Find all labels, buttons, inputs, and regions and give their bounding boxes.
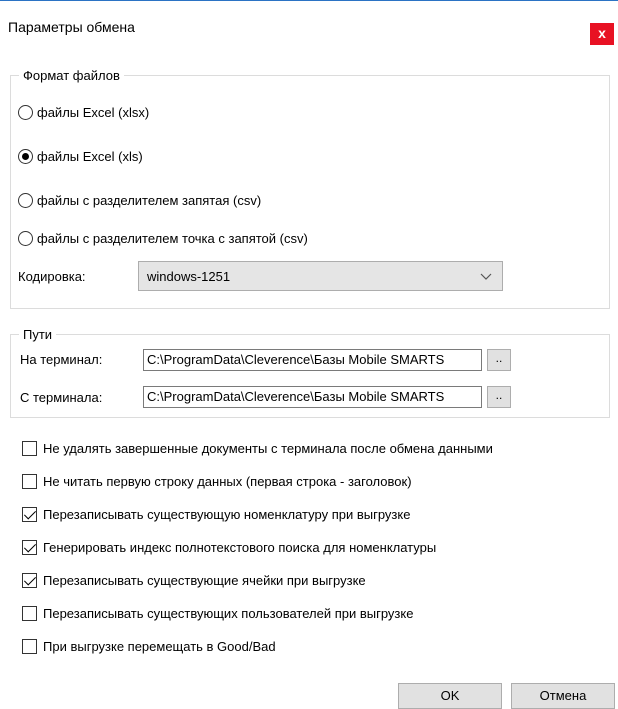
- checkbox-overwrite-users-label: Перезаписывать существующих пользователе…: [43, 605, 414, 621]
- from-terminal-label: С терминала:: [20, 390, 103, 405]
- dialog-title: Параметры обмена: [8, 19, 135, 35]
- checkbox-move-good-bad-label: При выгрузке перемещать в Good/Bad: [43, 638, 276, 654]
- checkbox-move-good-bad[interactable]: При выгрузке перемещать в Good/Bad: [22, 636, 276, 656]
- checkbox-skip-header-row-label: Не читать первую строку данных (первая с…: [43, 473, 412, 489]
- radio-xlsx-label: файлы Excel (xlsx): [37, 104, 150, 120]
- radio-csv-semicolon[interactable]: файлы с разделителем точка с запятой (cs…: [18, 228, 308, 248]
- checkbox-overwrite-cells-label: Перезаписывать существующие ячейки при в…: [43, 572, 366, 588]
- title-bar: Параметры обмена x: [0, 1, 618, 45]
- to-terminal-browse-button[interactable]: ..: [487, 349, 511, 371]
- checkbox-overwrite-nomenclature-label: Перезаписывать существующую номенклатуру…: [43, 506, 411, 522]
- checkbox-fulltext-index[interactable]: Генерировать индекс полнотекстового поис…: [22, 537, 436, 557]
- checkbox-overwrite-nomenclature-box[interactable]: [22, 506, 37, 522]
- checkbox-overwrite-nomenclature[interactable]: Перезаписывать существующую номенклатуру…: [22, 504, 410, 524]
- checkbox-skip-header-row[interactable]: Не читать первую строку данных (первая с…: [22, 471, 412, 491]
- encoding-select[interactable]: windows-1251: [138, 261, 503, 291]
- radio-csv-semicolon-label: файлы с разделителем точка с запятой (cs…: [37, 230, 308, 246]
- to-terminal-path-input[interactable]: C:\ProgramData\Cleverence\Базы Mobile SM…: [143, 349, 482, 371]
- radio-csv-comma[interactable]: файлы с разделителем запятая (csv): [18, 190, 261, 210]
- checkbox-fulltext-index-label: Генерировать индекс полнотекстового поис…: [43, 539, 437, 555]
- close-button[interactable]: x: [590, 23, 614, 45]
- checkbox-move-good-bad-box[interactable]: [22, 638, 37, 654]
- encoding-value: windows-1251: [147, 268, 231, 284]
- from-terminal-browse-button[interactable]: ..: [487, 386, 511, 408]
- checkbox-overwrite-users-box[interactable]: [22, 605, 37, 621]
- checkbox-overwrite-cells[interactable]: Перезаписывать существующие ячейки при в…: [22, 570, 366, 590]
- radio-xlsx-indicator[interactable]: [18, 104, 33, 120]
- checkbox-fulltext-index-box[interactable]: [22, 539, 37, 555]
- radio-csv-comma-label: файлы с разделителем запятая (csv): [37, 192, 262, 208]
- cancel-button[interactable]: Отмена: [511, 683, 615, 709]
- radio-csv-comma-indicator[interactable]: [18, 192, 33, 208]
- radio-xls[interactable]: файлы Excel (xls): [18, 146, 143, 166]
- checkbox-keep-completed-docs-box[interactable]: [22, 440, 37, 456]
- radio-xlsx[interactable]: файлы Excel (xlsx): [18, 102, 149, 122]
- radio-csv-semicolon-indicator[interactable]: [18, 230, 33, 246]
- from-terminal-path-input[interactable]: C:\ProgramData\Cleverence\Базы Mobile SM…: [143, 386, 482, 408]
- radio-xls-label: файлы Excel (xls): [37, 148, 143, 164]
- file-format-legend: Формат файлов: [19, 68, 124, 83]
- checkbox-keep-completed-docs[interactable]: Не удалять завершенные документы с терми…: [22, 438, 493, 458]
- checkbox-overwrite-cells-box[interactable]: [22, 572, 37, 588]
- radio-xls-indicator[interactable]: [18, 148, 33, 164]
- checkbox-overwrite-users[interactable]: Перезаписывать существующих пользователе…: [22, 603, 413, 623]
- paths-legend: Пути: [19, 327, 57, 342]
- to-terminal-label: На терминал:: [20, 352, 103, 367]
- exchange-settings-dialog: Параметры обмена x Формат файлов файлы E…: [0, 0, 618, 709]
- checkbox-keep-completed-docs-label: Не удалять завершенные документы с терми…: [43, 440, 493, 456]
- checkbox-skip-header-row-box[interactable]: [22, 473, 37, 489]
- ok-button[interactable]: OK: [398, 683, 502, 709]
- encoding-label: Кодировка:: [18, 269, 86, 284]
- chevron-down-icon[interactable]: [480, 266, 492, 289]
